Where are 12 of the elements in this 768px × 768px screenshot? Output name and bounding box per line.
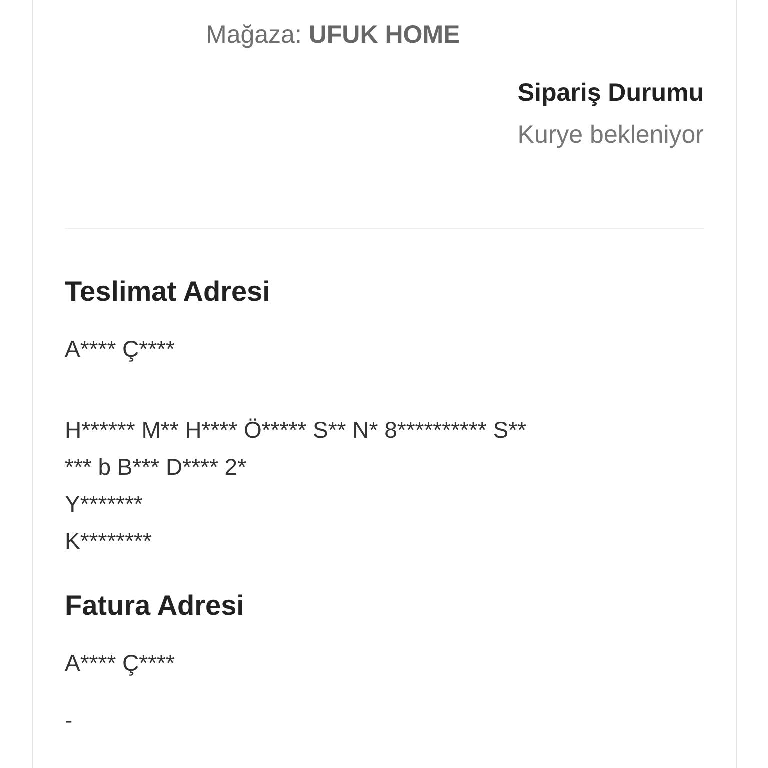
- address-line: K********: [65, 527, 153, 556]
- recipient-name: A**** Ç****: [65, 335, 176, 364]
- section-title: Fatura Adresi: [65, 589, 246, 623]
- address-line: H****** M** H**** Ö***** S** N* 8********** S**: [65, 416, 528, 445]
- address-line: -: [65, 706, 74, 735]
- address-line: Y*******: [65, 490, 144, 519]
- address-line: *** b B*** D**** 2*: [65, 453, 248, 482]
- recipient-name: A**** Ç****: [65, 649, 176, 678]
- status-value: Kurye bekleniyor: [518, 120, 704, 151]
- section-title: Teslimat Adresi: [65, 275, 272, 309]
- status-title: Sipariş Durumu: [518, 78, 704, 109]
- store-line: Mağaza: UFUK HOME: [205, 20, 462, 51]
